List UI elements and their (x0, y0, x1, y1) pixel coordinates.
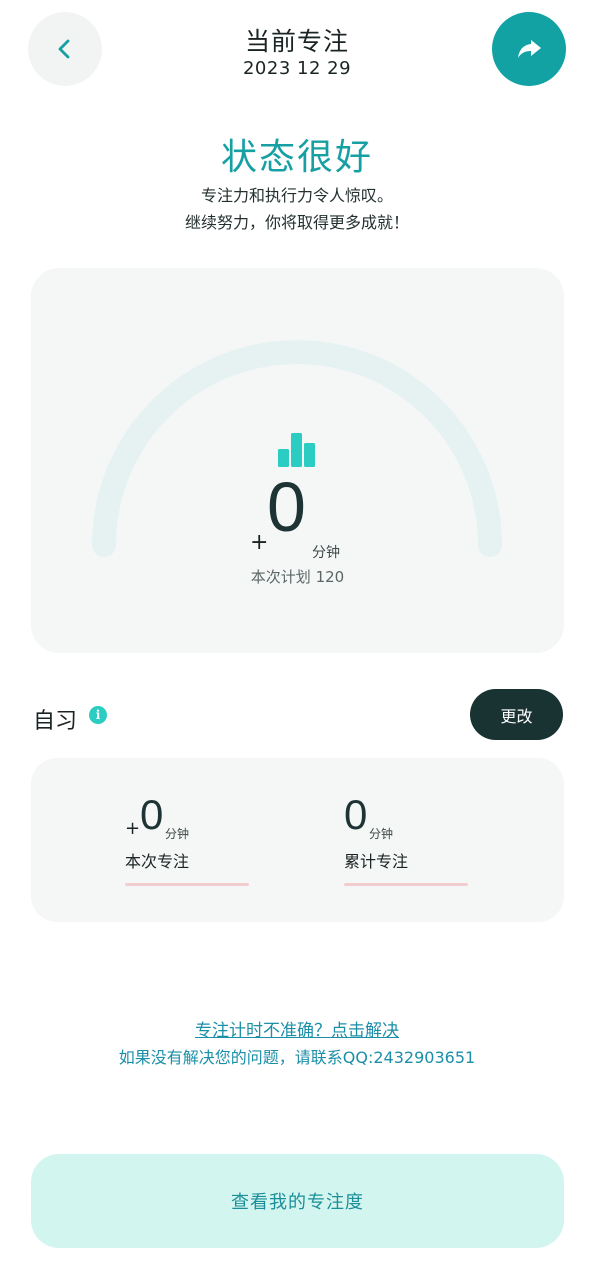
stat-total-focus: 0 分钟 累计专注 (344, 794, 504, 894)
contact-info: 如果没有解决您的问题，请联系QQ:2432903651 (118, 1048, 476, 1067)
gauge-value: 0 (267, 468, 306, 546)
stat-current-focus: + 0 分钟 本次专注 (125, 794, 285, 894)
focus-category-label: 自习 (33, 709, 78, 734)
bar-chart-icon (278, 433, 315, 467)
change-button[interactable]: 更改 (470, 689, 563, 740)
info-icon[interactable]: i (89, 706, 107, 724)
gauge-unit: 分钟 (312, 545, 340, 561)
stat-underline (344, 883, 468, 886)
gauge-plan: 本次计划 120 (250, 568, 345, 586)
timer-help-link[interactable]: 专注计时不准确？点击解决 (0, 1016, 594, 1041)
stat-label: 本次专注 (125, 852, 190, 871)
stat-unit: 分钟 (165, 827, 190, 841)
share-button[interactable] (492, 12, 566, 86)
status-message-line-2: 继续努力，你将取得更多成就！ (184, 213, 409, 232)
stat-underline (125, 883, 249, 886)
focus-gauge-card: + 0 分钟 本次计划 120 (31, 268, 564, 653)
stat-label: 累计专注 (344, 852, 409, 871)
stat-value: 0 (140, 791, 164, 838)
focus-stats-card: + 0 分钟 本次专注 0 分钟 累计专注 (31, 758, 564, 922)
gauge-plus-sign: + (250, 530, 269, 555)
stat-plus-sign: + (125, 818, 141, 839)
status-title: 状态很好 (220, 137, 373, 178)
status-message-line-1: 专注力和执行力令人惊叹。 (200, 186, 393, 205)
share-arrow-icon (518, 40, 541, 58)
stat-unit: 分钟 (369, 827, 394, 841)
view-focus-level-button[interactable]: 查看我的专注度 (31, 1154, 564, 1248)
stat-value: 0 (344, 791, 368, 838)
